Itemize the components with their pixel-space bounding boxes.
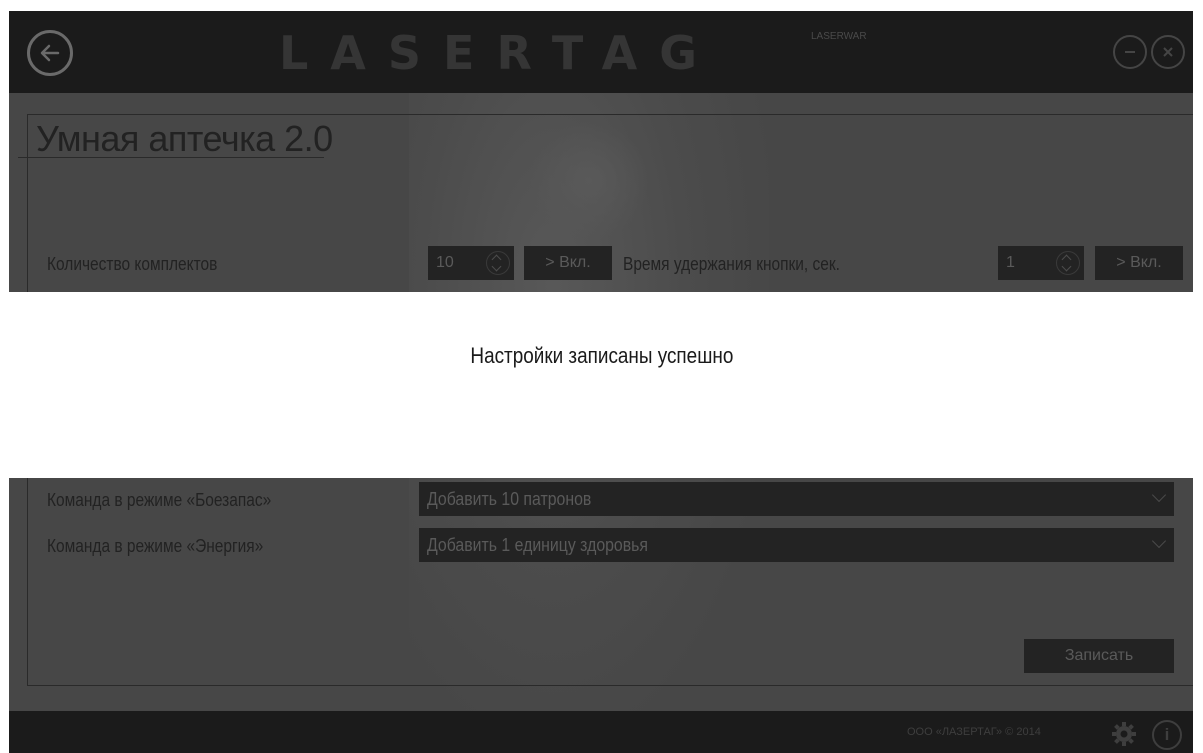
hold-time-label: Время удержания кнопки, сек. <box>623 254 840 274</box>
ammo-mode-label: Команда в режиме «Боезапас» <box>47 490 272 510</box>
minimize-icon <box>1125 51 1135 53</box>
chevron-down-icon <box>1151 487 1167 503</box>
close-button[interactable] <box>1151 35 1185 69</box>
close-icon <box>1163 47 1173 57</box>
ammo-mode-select[interactable]: Добавить 10 патронов <box>419 482 1174 516</box>
kits-count-label: Количество комплектов <box>47 254 218 274</box>
energy-mode-select[interactable]: Добавить 1 единицу здоровья <box>419 528 1174 562</box>
spinner-icon[interactable] <box>1056 251 1080 275</box>
info-icon[interactable]: i <box>1152 720 1182 750</box>
header-bar: LASERTAG LASERWAR <box>9 11 1193 93</box>
copyright-text: ООО «ЛАЗЕРТАГ» © 2014 <box>907 726 1041 738</box>
toast-message-text: Настройки записаны успешно <box>470 343 733 368</box>
title-underline <box>18 157 324 158</box>
brand-sublabel: LASERWAR <box>811 31 867 42</box>
kits-toggle-button[interactable]: > Вкл. <box>524 246 612 280</box>
energy-mode-value: Добавить 1 единицу здоровья <box>427 535 648 555</box>
toast-message: Настройки записаны успешно <box>0 343 1203 369</box>
hold-time-stepper[interactable]: 1 <box>998 246 1084 280</box>
footer-bar: ООО «ЛАЗЕРТАГ» © 2014 i <box>9 711 1193 753</box>
hold-time-value: 1 <box>1006 254 1015 271</box>
save-button[interactable]: Записать <box>1024 639 1174 673</box>
gear-icon[interactable] <box>1111 721 1137 747</box>
page-title: Умная аптечка 2.0 <box>36 118 333 159</box>
spinner-icon[interactable] <box>486 251 510 275</box>
success-toast: Настройки записаны успешно <box>0 292 1203 478</box>
chevron-down-icon <box>1151 533 1167 549</box>
arrow-left-icon <box>40 44 60 62</box>
back-button[interactable] <box>27 30 73 76</box>
app-logo: LASERTAG <box>279 26 719 80</box>
kits-count-value: 10 <box>436 254 454 271</box>
minimize-button[interactable] <box>1113 35 1147 69</box>
energy-mode-label: Команда в режиме «Энергия» <box>47 536 264 556</box>
ammo-mode-value: Добавить 10 патронов <box>427 489 592 509</box>
kits-count-stepper[interactable]: 10 <box>428 246 514 280</box>
hold-toggle-button[interactable]: > Вкл. <box>1095 246 1183 280</box>
